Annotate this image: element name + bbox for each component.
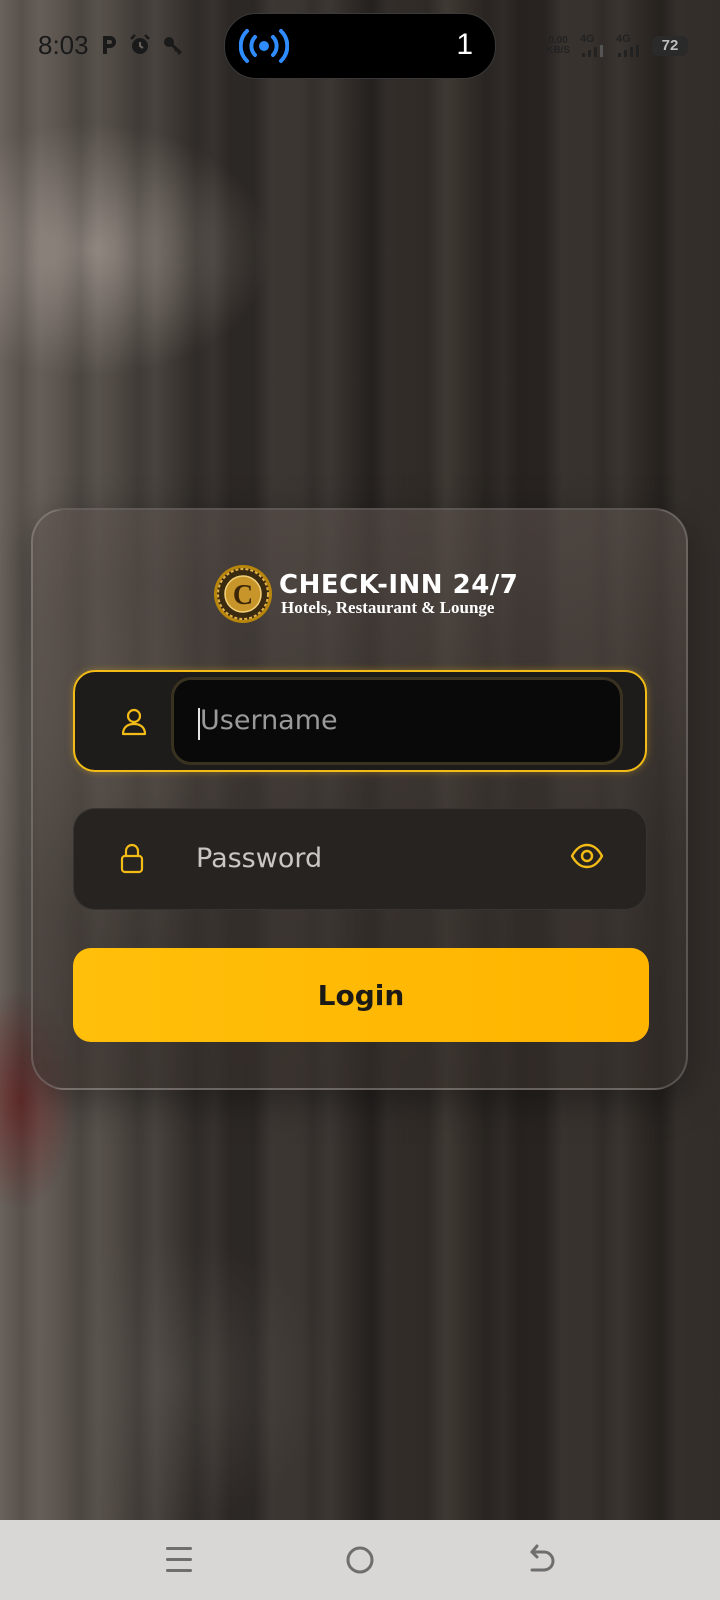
- signal-icon: [618, 45, 639, 57]
- username-placeholder: Username: [200, 705, 338, 736]
- battery-level: 72: [661, 36, 679, 54]
- username-input[interactable]: Username: [171, 677, 623, 765]
- login-screen: 8:03 1 0.00 KB/S 4G 4G 72 C CHECK-INN 24…: [0, 0, 720, 1600]
- sim1-label: 4G: [580, 33, 595, 45]
- brand-logo: C CHECK-INN 24/7 Hotels, Restaurant & Lo…: [213, 564, 518, 624]
- brand-text: CHECK-INN 24/7 Hotels, Restaurant & Loun…: [279, 571, 518, 617]
- alarm-icon: [130, 34, 150, 54]
- network-speed: 0.00 KB/S: [546, 34, 570, 56]
- password-field[interactable]: Password: [73, 808, 647, 910]
- brand-title: CHECK-INN 24/7: [279, 570, 519, 600]
- battery-icon: 72: [652, 35, 688, 56]
- network-speed-value: 0.00: [548, 34, 568, 46]
- island-count: 1: [456, 28, 473, 61]
- back-icon[interactable]: [524, 1540, 558, 1580]
- login-button[interactable]: Login: [73, 948, 649, 1042]
- status-icons-right: 0.00 KB/S 4G 4G 72: [546, 34, 688, 57]
- network-speed-unit: KB/S: [546, 44, 570, 56]
- dynamic-island[interactable]: 1: [224, 13, 496, 79]
- login-card: C CHECK-INN 24/7 Hotels, Restaurant & Lo…: [31, 508, 688, 1090]
- sim2-signal: 4G: [616, 34, 642, 57]
- lock-icon: [120, 843, 144, 874]
- username-field[interactable]: Username: [73, 670, 647, 772]
- key-icon: [164, 37, 182, 56]
- status-time: 8:03: [38, 30, 89, 60]
- logo-seal-letter: C: [233, 580, 253, 611]
- status-icons-left: [100, 33, 184, 57]
- user-icon: [121, 708, 147, 736]
- password-placeholder: Password: [196, 843, 323, 874]
- home-icon[interactable]: [344, 1540, 376, 1580]
- brand-subtitle: Hotels, Restaurant & Lounge: [281, 598, 495, 617]
- broadcast-icon: [239, 29, 289, 63]
- logo-seal-icon: C: [214, 565, 272, 623]
- navigation-bar: [0, 1520, 720, 1600]
- menu-icon[interactable]: [164, 1540, 194, 1580]
- status-bar: 8:03 1 0.00 KB/S 4G 4G 72: [0, 0, 720, 92]
- eye-icon[interactable]: [570, 843, 604, 869]
- sim1-signal: 4G: [580, 34, 606, 57]
- signal-icon: [582, 45, 603, 57]
- parking-icon: [103, 36, 116, 54]
- sim2-label: 4G: [616, 33, 631, 45]
